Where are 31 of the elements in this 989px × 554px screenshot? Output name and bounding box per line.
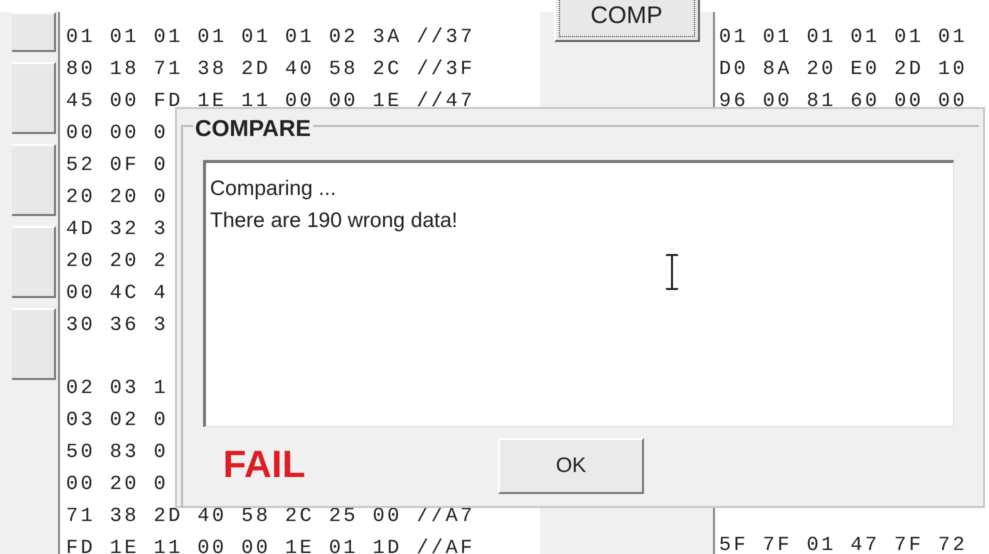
hex-row: 4D 32 3 <box>66 218 168 241</box>
message-line: Comparing ... <box>210 176 338 202</box>
hex-row: 20 20 0 <box>66 186 168 209</box>
hex-row: FD 1E 11 00 00 1E 01 1D //AF <box>66 537 475 554</box>
hex-row: 30 36 3 <box>66 314 168 337</box>
side-button[interactable] <box>12 62 56 134</box>
hex-row: 00 20 0 <box>66 473 168 496</box>
hex-row: 45 00 FD 1E 11 00 00 1E //47 <box>66 90 475 113</box>
result-label: FAIL <box>223 443 306 488</box>
side-button[interactable] <box>12 12 56 52</box>
side-button[interactable] <box>12 226 56 298</box>
hex-row: 50 83 0 <box>66 441 168 464</box>
ok-button[interactable]: OK <box>498 438 644 494</box>
hex-row-text: 5F 7F 01 47 7F 72 <box>719 533 968 554</box>
hex-row: 03 02 0 <box>66 409 168 432</box>
hex-row-text: 96 00 81 60 00 00 <box>719 89 968 115</box>
side-button[interactable] <box>12 308 56 380</box>
hex-row-text: 01 01 01 01 01 01 <box>719 25 968 51</box>
hex-row-text: D0 8A 20 E0 2D 10 <box>719 57 968 83</box>
comp-button[interactable]: COMP <box>554 0 700 42</box>
hex-row: 01 01 01 01 01 01 02 3A //37 <box>66 26 475 49</box>
hex-row: 02 03 1 <box>66 377 168 400</box>
text-cursor-icon <box>665 254 679 290</box>
side-button[interactable] <box>12 144 56 216</box>
hex-row: 00 4C 4 <box>66 282 168 305</box>
hex-row: 00 00 0 <box>66 122 168 145</box>
message-line: There are 190 wrong data! <box>210 208 458 234</box>
hex-row: 71 38 2D 40 58 2C 25 00 //A7 <box>66 505 475 528</box>
hex-row: 20 20 2 <box>66 250 168 273</box>
hex-row: 80 18 71 38 2D 40 58 2C //3F <box>66 58 475 81</box>
hex-row: 52 0F 0 <box>66 154 168 177</box>
